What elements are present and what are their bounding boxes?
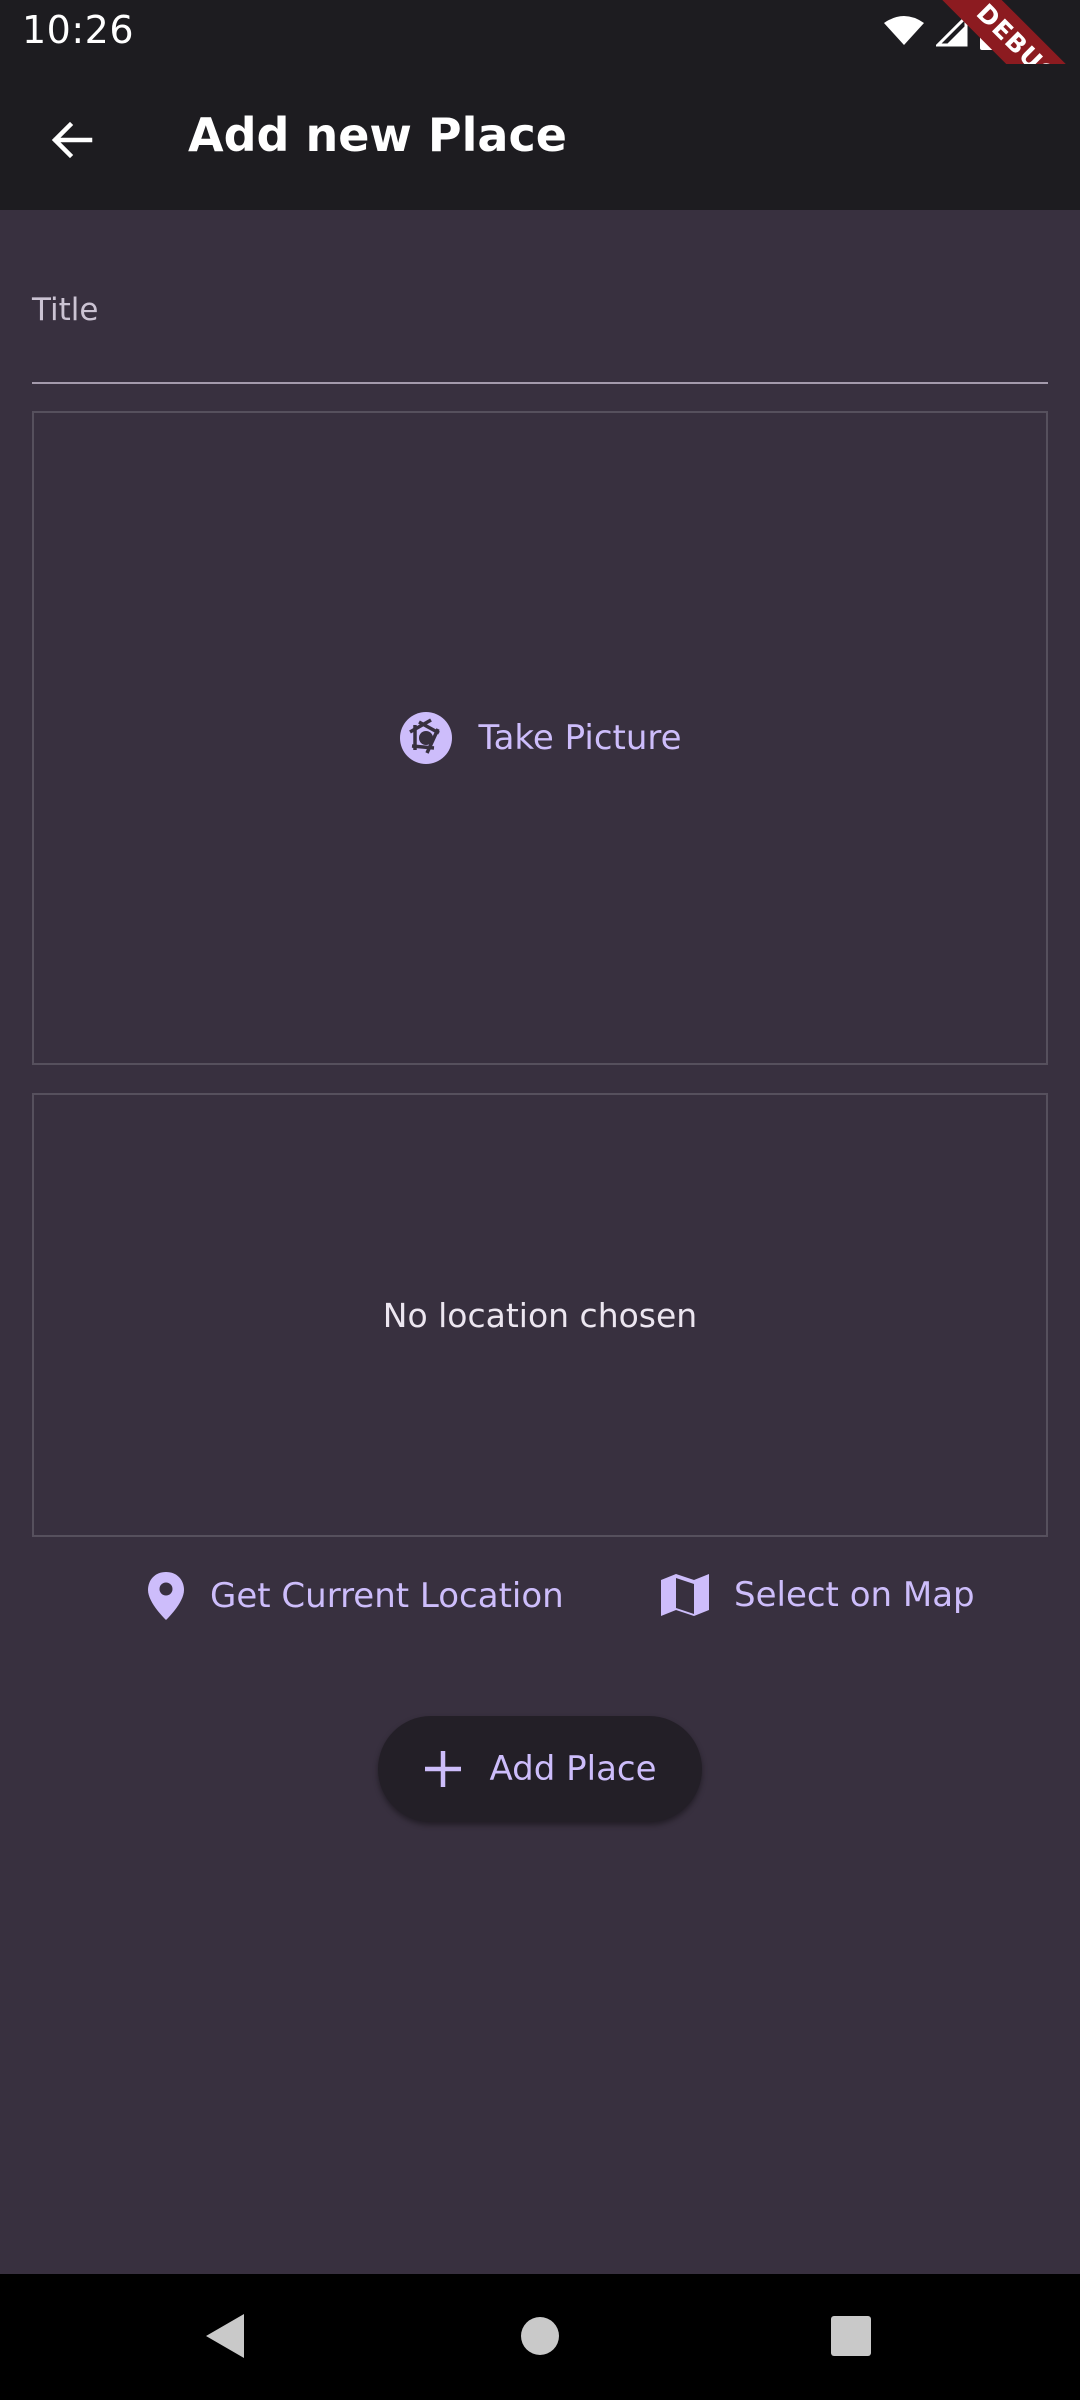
status-time: 10:26 [22,8,135,52]
nav-recents-icon[interactable] [830,2312,872,2360]
page-title: Add new Place [188,108,567,162]
wifi-icon [884,16,924,45]
image-preview-box: Take Picture [32,411,1048,1065]
plus-icon [425,1751,462,1787]
back-button[interactable] [36,104,108,176]
nav-back-icon[interactable] [204,2312,246,2360]
no-location-text: No location chosen [382,1295,698,1335]
take-picture-label: Take Picture [478,718,682,758]
add-place-label: Add Place [489,1749,657,1789]
arrow-left-icon [51,121,93,159]
location-preview-box: No location chosen [32,1093,1048,1537]
status-bar: 10:26 [0,0,1080,64]
take-picture-button[interactable]: Take Picture [398,710,682,766]
get-current-location-button[interactable]: Get Current Location [146,1570,564,1622]
system-nav-bar [0,2274,1080,2400]
location-actions: Get Current Location Select on Map [0,1570,1080,1634]
select-on-map-button[interactable]: Select on Map [660,1570,975,1620]
title-input[interactable]: Title [32,270,1048,384]
add-place-button[interactable]: Add Place [378,1716,702,1822]
app-bar: Add new Place [0,64,1080,210]
nav-home-icon[interactable] [520,2312,560,2360]
title-label: Title [32,292,99,328]
camera-aperture-icon [400,712,453,764]
get-current-location-label: Get Current Location [210,1576,564,1616]
select-on-map-label: Select on Map [734,1575,975,1615]
map-icon [661,1574,709,1616]
location-pin-icon [148,1572,184,1620]
